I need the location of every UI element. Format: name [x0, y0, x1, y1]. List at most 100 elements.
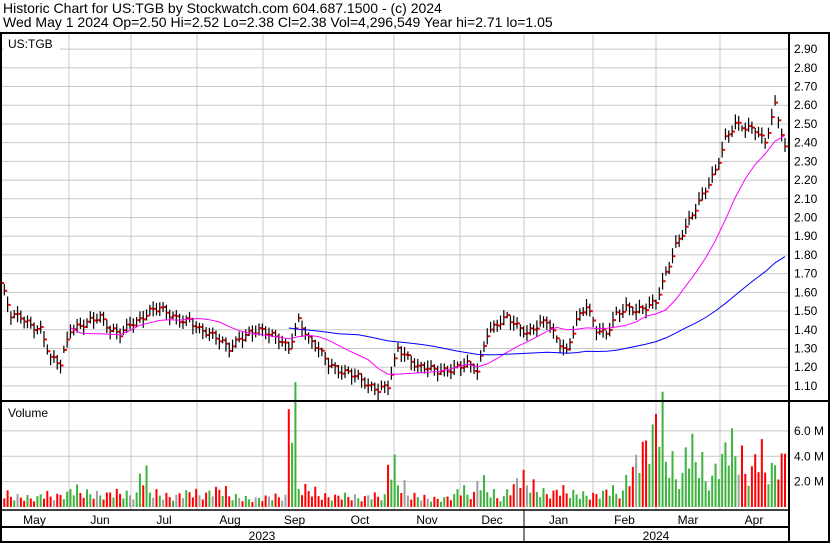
- volume-bar: [767, 484, 770, 507]
- volume-bar: [373, 492, 376, 507]
- volume-bar: [535, 492, 538, 507]
- volume-bar: [248, 499, 251, 507]
- price-tick-label: 2.40: [794, 136, 818, 150]
- volume-bar: [324, 493, 327, 507]
- volume-bar: [49, 496, 52, 507]
- volume-bar: [317, 496, 320, 507]
- price-tick-label: 2.70: [794, 80, 818, 94]
- volume-bar: [244, 495, 247, 507]
- volume-bar: [496, 498, 499, 507]
- volume-bar: [473, 491, 476, 507]
- volume-bar: [426, 498, 429, 507]
- volume-bar: [645, 440, 648, 507]
- volume-bar: [492, 488, 495, 507]
- volume-bar: [542, 487, 545, 507]
- volume-bar: [122, 498, 125, 507]
- volume-bar: [138, 473, 141, 507]
- volume-bar: [13, 500, 16, 507]
- volume-bar: [112, 497, 115, 507]
- month-label: Jan: [549, 513, 568, 527]
- volume-bar: [684, 447, 687, 507]
- volume-bar: [549, 498, 552, 507]
- volume-bar: [635, 454, 638, 507]
- volume-bar: [76, 484, 79, 507]
- volume-bar: [215, 486, 218, 507]
- volume-bar: [476, 480, 479, 507]
- volume-bar: [56, 493, 59, 507]
- volume-bar: [3, 498, 6, 507]
- volume-bar: [780, 453, 783, 507]
- volume-bar: [16, 493, 19, 507]
- volume-bar: [125, 490, 128, 507]
- volume-bar: [304, 483, 307, 507]
- volume-bar: [757, 472, 760, 507]
- volume-bar: [291, 442, 294, 507]
- volume-bar: [740, 445, 743, 507]
- volume-bar: [350, 500, 353, 507]
- volume-bar: [271, 500, 274, 507]
- volume-bar: [168, 497, 171, 507]
- volume-bar: [588, 499, 591, 507]
- volume-bar: [721, 454, 724, 507]
- volume-bar: [525, 485, 528, 507]
- volume-bar: [707, 490, 710, 507]
- volume-bar: [463, 485, 466, 507]
- volume-bar: [568, 498, 571, 507]
- volume-bar: [459, 495, 462, 507]
- volume-bar: [95, 490, 98, 507]
- volume-bar: [482, 475, 485, 507]
- volume-bar: [172, 500, 175, 507]
- symbol-label: US:TGB: [8, 37, 53, 51]
- volume-bar: [281, 500, 284, 507]
- volume-bar: [297, 488, 300, 507]
- volume-bar: [595, 494, 598, 507]
- volume-bar: [420, 500, 423, 507]
- volume-bar: [393, 454, 396, 507]
- volume-bar: [529, 492, 532, 507]
- volume-bar: [132, 499, 135, 507]
- volume-bar: [62, 499, 65, 507]
- volume-bar: [711, 475, 714, 507]
- volume-bar: [277, 497, 280, 507]
- price-tick-label: 2.20: [794, 173, 818, 187]
- volume-bar: [678, 489, 681, 507]
- volume-bar: [165, 492, 168, 507]
- volume-bar: [320, 499, 323, 507]
- volume-tick-label: 6.0 M: [794, 424, 824, 438]
- volume-bar: [430, 501, 433, 507]
- volume-bar: [162, 499, 165, 507]
- volume-bar: [618, 498, 621, 507]
- volume-bar: [674, 479, 677, 507]
- volume-bar: [486, 492, 489, 507]
- volume-bar: [59, 494, 62, 507]
- volume-bar: [516, 478, 519, 507]
- volume-bar: [410, 499, 413, 507]
- volume-bar: [334, 494, 337, 507]
- volume-bar: [734, 456, 737, 507]
- volume-bar: [661, 391, 664, 507]
- price-tick-label: 1.80: [794, 248, 818, 262]
- volume-bar: [119, 493, 122, 507]
- volume-bar: [274, 493, 277, 507]
- volume-bar: [175, 494, 178, 507]
- price-tick-label: 1.60: [794, 285, 818, 299]
- volume-bar: [744, 473, 747, 507]
- volume-bar: [436, 498, 439, 507]
- price-tick-label: 2.10: [794, 192, 818, 206]
- volume-bar: [396, 485, 399, 507]
- price-tick-label: 2.50: [794, 117, 818, 131]
- volume-bar: [201, 499, 204, 507]
- volume-bar: [479, 490, 482, 507]
- volume-bar: [380, 500, 383, 507]
- volume-bar: [357, 498, 360, 507]
- volume-bar: [731, 428, 734, 507]
- volume-bar: [205, 492, 208, 507]
- volume-bar: [704, 481, 707, 507]
- volume-bar: [592, 492, 595, 507]
- volume-bar: [562, 485, 565, 507]
- volume-bar: [102, 499, 105, 507]
- volume-bar: [241, 501, 244, 507]
- volume-bar: [218, 489, 221, 507]
- volume-bar: [72, 495, 75, 507]
- volume-bar: [135, 492, 138, 507]
